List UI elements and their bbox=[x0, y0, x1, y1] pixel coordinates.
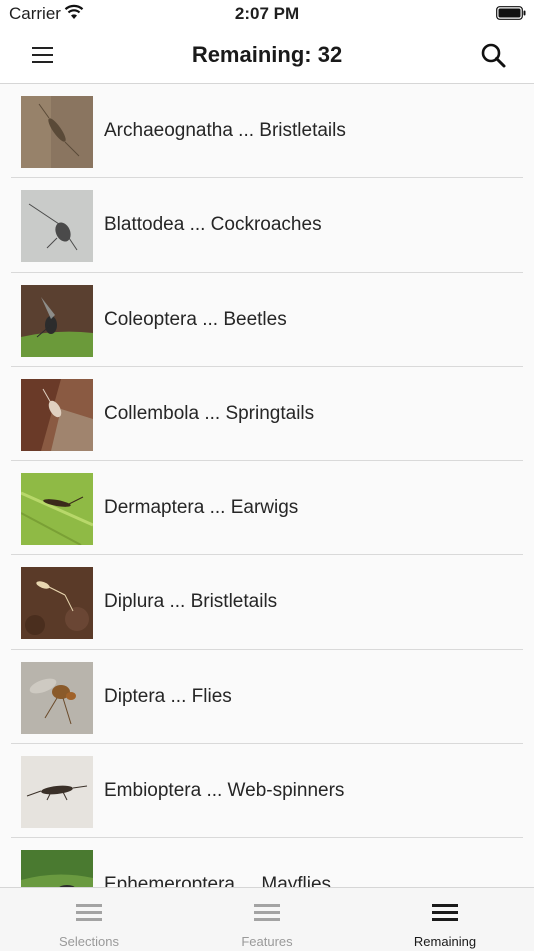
tab-remaining[interactable]: Remaining bbox=[356, 888, 534, 951]
insect-thumbnail bbox=[21, 567, 93, 640]
list-item[interactable]: Collembola ... Springtails bbox=[11, 367, 523, 462]
tab-label: Selections bbox=[59, 934, 119, 949]
insect-thumbnail bbox=[21, 190, 93, 263]
list-item[interactable]: Coleoptera ... Beetles bbox=[11, 273, 523, 367]
navigation-bar: Remaining: 32 bbox=[0, 28, 534, 84]
list-item[interactable]: Diptera ... Flies bbox=[11, 650, 523, 745]
list-item[interactable]: Embioptera ... Web-spinners bbox=[11, 744, 523, 839]
tab-bar: Selections Features Remaining bbox=[0, 887, 534, 951]
list-item[interactable]: Dermaptera ... Earwigs bbox=[11, 461, 523, 556]
list-icon bbox=[254, 902, 280, 922]
order-list: Archaeognatha ... Bristletails Blattodea… bbox=[0, 84, 534, 887]
insect-thumbnail bbox=[21, 756, 93, 829]
insect-thumbnail bbox=[21, 284, 93, 357]
page-title: Remaining: 32 bbox=[191, 42, 343, 67]
list-item[interactable]: Ephemeroptera ... Mayflies bbox=[11, 838, 523, 887]
insect-thumbnail bbox=[21, 850, 93, 887]
list-item-label: Diptera ... Flies bbox=[104, 685, 232, 707]
list-icon bbox=[76, 902, 102, 922]
insect-thumbnail bbox=[21, 96, 93, 168]
list-item-label: Coleoptera ... Beetles bbox=[104, 308, 287, 330]
list-item[interactable]: Archaeognatha ... Bristletails bbox=[11, 84, 523, 179]
list-item[interactable]: Diplura ... Bristletails bbox=[11, 555, 523, 650]
tab-label: Remaining bbox=[413, 934, 477, 949]
list-item-label: Ephemeroptera ... Mayflies bbox=[104, 874, 332, 887]
search-icon[interactable] bbox=[474, 36, 514, 76]
tab-features[interactable]: Features bbox=[178, 888, 356, 951]
tab-label: Features bbox=[241, 934, 293, 949]
insect-thumbnail bbox=[21, 473, 93, 546]
battery-icon bbox=[496, 6, 526, 20]
list-item-label: Dermaptera ... Earwigs bbox=[104, 497, 299, 519]
list-item-label: Diplura ... Bristletails bbox=[104, 591, 278, 613]
status-bar: Carrier 2:07 PM bbox=[0, 0, 534, 28]
list-item-label: Collembola ... Springtails bbox=[104, 402, 315, 424]
list-item-label: Blattodea ... Cockroaches bbox=[104, 214, 322, 236]
insect-thumbnail bbox=[21, 378, 93, 451]
list-icon bbox=[432, 902, 458, 922]
list-item-label: Embioptera ... Web-spinners bbox=[104, 780, 345, 802]
insect-thumbnail bbox=[21, 661, 93, 734]
tab-selections[interactable]: Selections bbox=[0, 888, 178, 951]
list-item[interactable]: Blattodea ... Cockroaches bbox=[11, 178, 523, 273]
list-item-label: Archaeognatha ... Bristletails bbox=[104, 120, 346, 141]
status-time: 2:07 PM bbox=[234, 4, 300, 23]
